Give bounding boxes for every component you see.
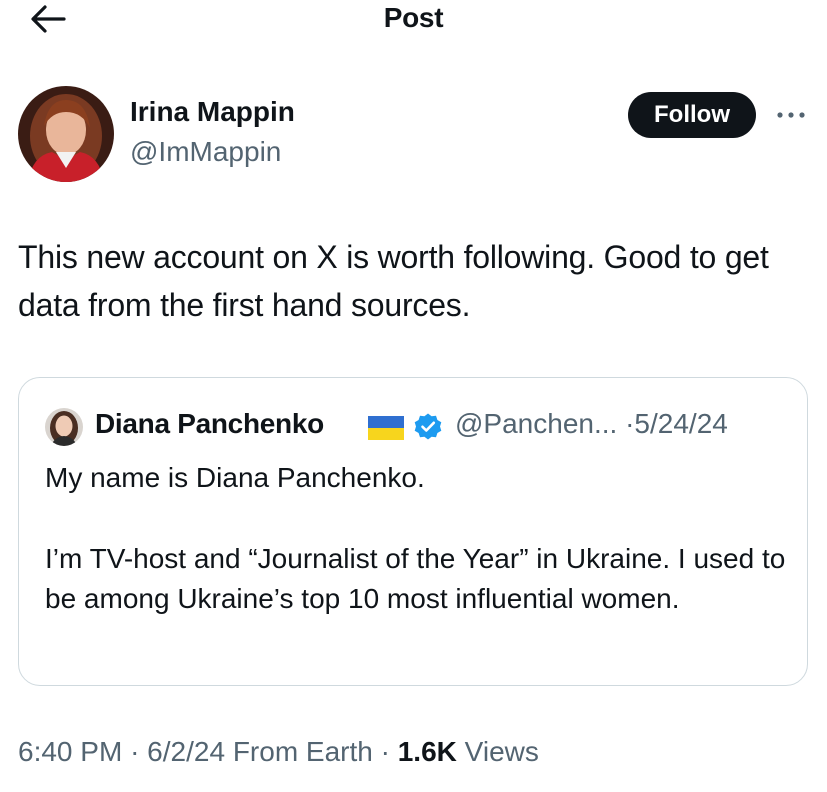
quoted-post[interactable]: Diana Panchenko @Panchen... ·5/24/24 My … xyxy=(18,377,808,686)
views-label[interactable]: Views xyxy=(465,736,539,767)
separator-dot: · xyxy=(130,736,140,767)
page-title: Post xyxy=(383,2,444,33)
quote-paragraph: My name is Diana Panchenko. xyxy=(45,462,425,493)
post-date: 6/2/24 xyxy=(147,736,226,767)
verified-badge-icon xyxy=(414,413,442,440)
quote-author-avatar xyxy=(45,408,83,446)
post-author: Irina Mappin @ImMappin Follow xyxy=(18,86,818,186)
views-count: 1.6K xyxy=(397,736,457,767)
more-dots-icon xyxy=(777,112,805,118)
separator-dot: · xyxy=(380,736,390,767)
author-handle[interactable]: @ImMappin xyxy=(130,136,281,168)
author-name[interactable]: Irina Mappin xyxy=(130,96,295,128)
post-text: This new account on X is worth following… xyxy=(18,239,769,323)
quote-handle-date: @Panchen... ·5/24/24 xyxy=(455,408,728,440)
quote-text: My name is Diana Panchenko. I’m TV-host … xyxy=(45,458,795,620)
post-source: From Earth xyxy=(232,736,373,767)
quote-author-name: Diana Panchenko xyxy=(95,408,324,439)
ukraine-flag-icon xyxy=(368,416,404,440)
follow-button[interactable]: Follow xyxy=(628,92,756,138)
quote-paragraph: I’m TV-host and “Journalist of the Year”… xyxy=(45,542,786,615)
top-bar: Post xyxy=(0,0,827,40)
user-avatar-icon xyxy=(45,408,83,446)
more-button[interactable] xyxy=(774,100,808,130)
quote-author-handle: @Panchen... xyxy=(455,408,618,439)
post-meta: 6:40 PM · 6/2/24 From Earth · 1.6K Views xyxy=(18,736,539,768)
post-time: 6:40 PM xyxy=(18,736,123,767)
author-avatar[interactable] xyxy=(18,86,114,182)
quote-date: 5/24/24 xyxy=(634,408,728,439)
user-avatar-icon xyxy=(18,86,114,182)
